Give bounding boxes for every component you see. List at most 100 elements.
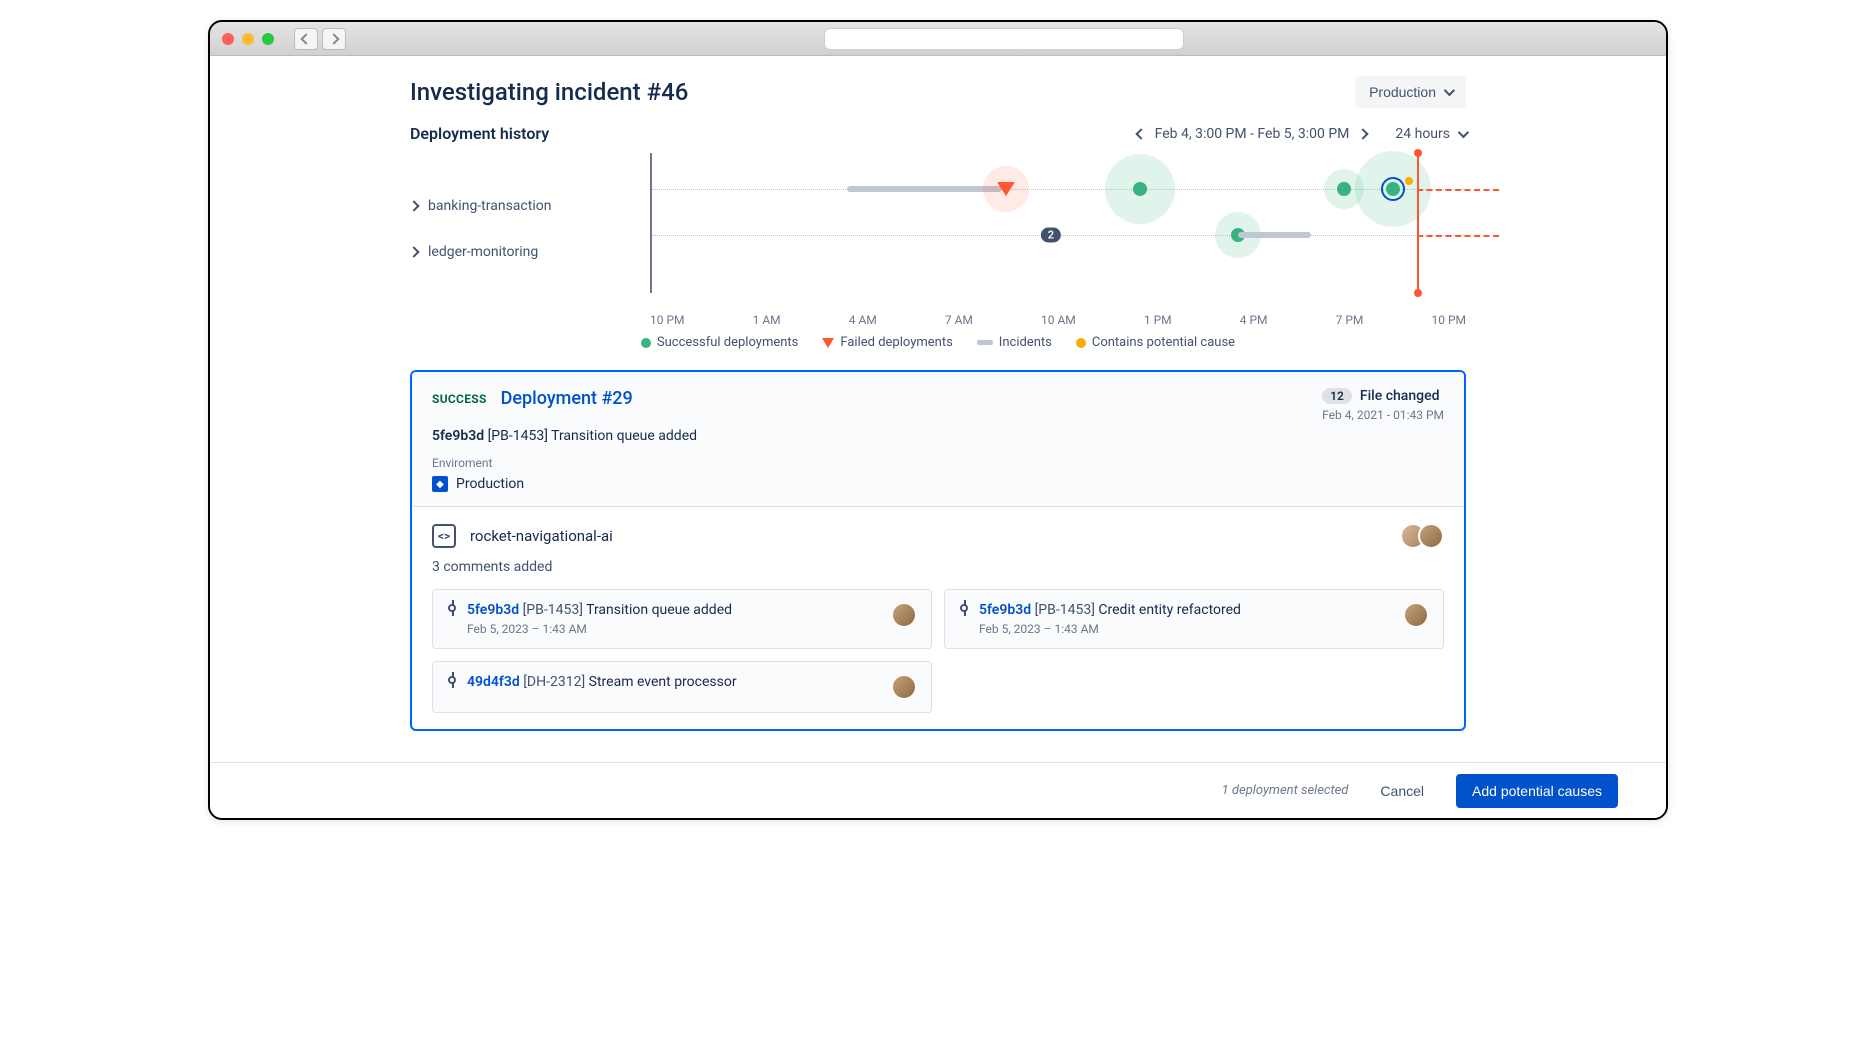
history-subheader: Deployment history Feb 4, 3:00 PM - Feb … bbox=[410, 124, 1466, 143]
close-icon[interactable] bbox=[222, 33, 234, 45]
commit-date: Feb 5, 2023 – 1:43 AM bbox=[979, 622, 1241, 636]
commit-list: 5fe9b3d [PB-1453] Transition queue added… bbox=[432, 589, 1444, 713]
deployment-detail-card: SUCCESS Deployment #29 12 File changed F… bbox=[410, 370, 1466, 731]
x-tick: 10 PM bbox=[650, 313, 685, 327]
back-button[interactable] bbox=[294, 28, 318, 50]
prev-range-button[interactable] bbox=[1135, 128, 1146, 139]
x-tick: 1 PM bbox=[1144, 313, 1172, 327]
duration-label: 24 hours bbox=[1395, 126, 1450, 142]
incident-dash bbox=[1417, 235, 1498, 237]
avatar bbox=[1418, 523, 1444, 549]
window-titlebar bbox=[210, 22, 1666, 56]
commit-card[interactable]: 5fe9b3d [PB-1453] Transition queue added… bbox=[432, 589, 932, 649]
section-title: Deployment history bbox=[410, 124, 549, 143]
contributor-avatars[interactable] bbox=[1400, 523, 1444, 549]
commit-node-icon bbox=[447, 674, 457, 690]
expand-icon bbox=[408, 246, 419, 257]
legend-cause: Contains potential cause bbox=[1076, 335, 1235, 350]
commit-card[interactable]: 5fe9b3d [PB-1453] Credit entity refactor… bbox=[944, 589, 1444, 649]
date-range-picker[interactable]: Feb 4, 3:00 PM - Feb 5, 3:00 PM bbox=[1137, 126, 1368, 142]
legend-incidents: Incidents bbox=[977, 335, 1052, 350]
chevron-down-icon bbox=[1444, 85, 1455, 96]
date-controls: Feb 4, 3:00 PM - Feb 5, 3:00 PM 24 hours bbox=[1137, 126, 1466, 142]
deployment-title-link[interactable]: Deployment #29 bbox=[501, 388, 633, 409]
commit-node-icon bbox=[959, 602, 969, 636]
page-header: Investigating incident #46 Production bbox=[410, 76, 1466, 108]
chart-row-ledger[interactable]: ledger-monitoring bbox=[410, 229, 650, 275]
cluster-badge[interactable]: 2 bbox=[1041, 228, 1061, 243]
deployment-chart: banking-transaction ledger-monitoring bbox=[410, 153, 1466, 293]
incident-time-marker bbox=[1417, 153, 1419, 293]
chart-plot-area[interactable]: 2 bbox=[650, 153, 1466, 293]
repo-name: rocket-navigational-ai bbox=[470, 527, 613, 545]
footer-action-bar: 1 deployment selected Cancel Add potenti… bbox=[210, 762, 1666, 818]
environment-selector[interactable]: Production bbox=[1355, 76, 1466, 108]
repo-section: <> rocket-navigational-ai 3 comments add… bbox=[412, 506, 1464, 729]
maximize-icon[interactable] bbox=[262, 33, 274, 45]
avatar bbox=[891, 674, 917, 700]
next-range-button[interactable] bbox=[1358, 128, 1369, 139]
chart-row-banking[interactable]: banking-transaction bbox=[410, 183, 650, 229]
commit-hash-link[interactable]: 5fe9b3d bbox=[467, 602, 519, 618]
commit-hash-link[interactable]: 5fe9b3d bbox=[979, 602, 1031, 618]
commit-date: Feb 5, 2023 – 1:43 AM bbox=[467, 622, 732, 636]
url-input[interactable] bbox=[824, 28, 1184, 50]
expand-icon bbox=[408, 200, 419, 211]
incident-dash bbox=[1417, 189, 1498, 191]
potential-cause-marker bbox=[1405, 177, 1413, 185]
page-title: Investigating incident #46 bbox=[410, 78, 688, 106]
x-tick: 7 AM bbox=[945, 313, 973, 327]
x-tick: 7 PM bbox=[1336, 313, 1364, 327]
commit-hash: 5fe9b3d bbox=[432, 428, 484, 444]
forward-button[interactable] bbox=[322, 28, 346, 50]
incident-bar[interactable] bbox=[847, 186, 1002, 192]
add-potential-causes-button[interactable]: Add potential causes bbox=[1456, 774, 1618, 808]
deployment-timestamp: Feb 4, 2021 - 01:43 PM bbox=[1322, 408, 1444, 422]
incident-bar[interactable] bbox=[1238, 232, 1311, 238]
commit-card[interactable]: 49d4f3d [DH-2312] Stream event processor bbox=[432, 661, 932, 713]
bitbucket-icon: ◆ bbox=[432, 476, 448, 492]
nav-buttons bbox=[294, 28, 346, 50]
chart-legend: Successful deployments Failed deployment… bbox=[410, 335, 1466, 350]
commit-message: [PB-1453] Transition queue added bbox=[488, 428, 697, 444]
file-count-pill: 12 bbox=[1322, 388, 1352, 404]
environment-selector-label: Production bbox=[1369, 84, 1436, 100]
environment-label: Enviroment bbox=[432, 456, 1444, 470]
x-tick: 10 PM bbox=[1431, 313, 1466, 327]
failed-deployment-marker[interactable] bbox=[997, 182, 1015, 196]
traffic-lights bbox=[222, 33, 274, 45]
deployment-marker[interactable] bbox=[1337, 182, 1351, 196]
legend-failed: Failed deployments bbox=[822, 335, 952, 350]
date-range-label: Feb 4, 3:00 PM - Feb 5, 3:00 PM bbox=[1155, 126, 1350, 142]
comments-count: 3 comments added bbox=[432, 559, 1444, 575]
duration-selector[interactable]: 24 hours bbox=[1395, 126, 1466, 142]
cancel-button[interactable]: Cancel bbox=[1368, 775, 1436, 807]
app-window: Investigating incident #46 Production De… bbox=[208, 20, 1668, 820]
selection-info: 1 deployment selected bbox=[1222, 783, 1349, 798]
chevron-down-icon bbox=[1458, 126, 1469, 137]
environment-value: ◆ Production bbox=[432, 476, 1444, 492]
minimize-icon[interactable] bbox=[242, 33, 254, 45]
deployment-marker-selected[interactable] bbox=[1386, 182, 1400, 196]
card-header: SUCCESS Deployment #29 12 File changed F… bbox=[412, 372, 1464, 506]
file-changed-label: File changed bbox=[1360, 388, 1440, 404]
x-tick: 10 AM bbox=[1041, 313, 1076, 327]
status-badge: SUCCESS bbox=[432, 392, 487, 406]
chart-x-axis: 10 PM 1 AM 4 AM 7 AM 10 AM 1 PM 4 PM 7 P… bbox=[410, 313, 1466, 327]
chart-row-labels: banking-transaction ledger-monitoring bbox=[410, 153, 650, 293]
x-tick: 1 AM bbox=[753, 313, 781, 327]
x-tick: 4 AM bbox=[849, 313, 877, 327]
x-tick: 4 PM bbox=[1240, 313, 1268, 327]
page-content: Investigating incident #46 Production De… bbox=[210, 56, 1666, 818]
commit-hash-link[interactable]: 49d4f3d bbox=[467, 674, 520, 690]
avatar bbox=[1403, 602, 1429, 628]
url-bar-container bbox=[354, 28, 1654, 50]
deployment-marker[interactable] bbox=[1133, 182, 1147, 196]
commit-summary: 5fe9b3d [PB-1453] Transition queue added bbox=[432, 428, 1444, 444]
code-icon: <> bbox=[432, 524, 456, 548]
file-changed[interactable]: 12 File changed bbox=[1322, 388, 1444, 404]
legend-success: Successful deployments bbox=[641, 335, 798, 350]
chart-row-label: banking-transaction bbox=[428, 198, 551, 214]
avatar bbox=[891, 602, 917, 628]
commit-node-icon bbox=[447, 602, 457, 636]
